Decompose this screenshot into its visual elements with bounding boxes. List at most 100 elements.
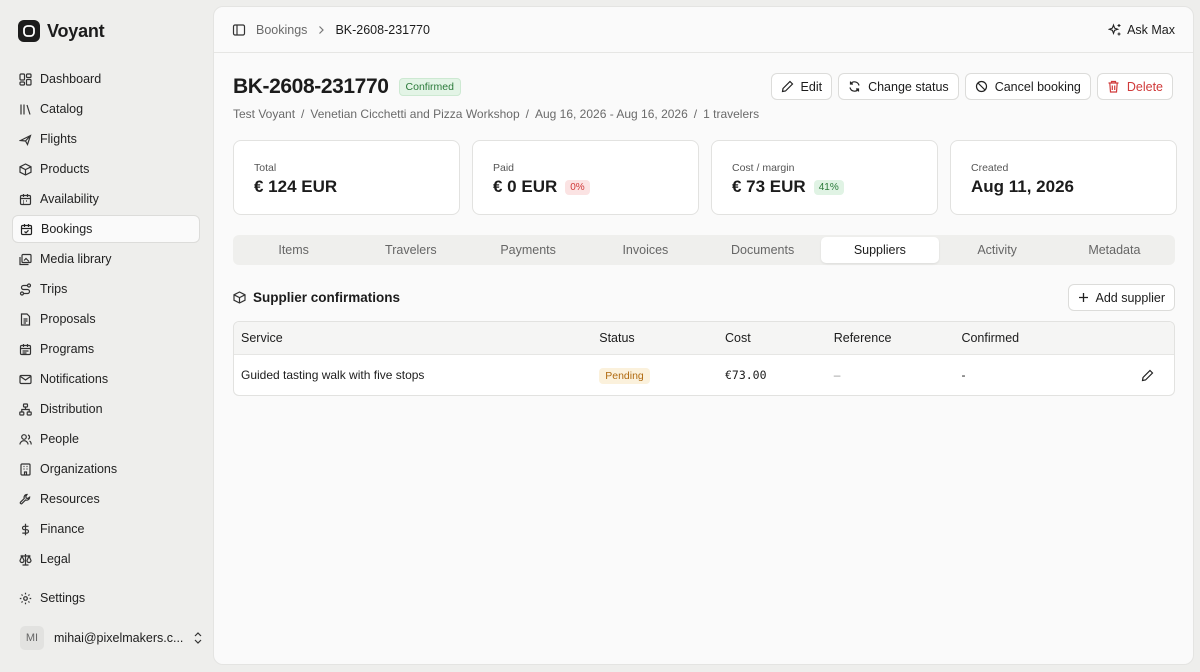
gear-icon (19, 592, 32, 605)
sidebar-item-label: Finance (40, 522, 85, 536)
sidebar-item-distribution[interactable]: Distribution (12, 395, 200, 423)
cancel-booking-label: Cancel booking (994, 79, 1081, 94)
stats-row: Total € 124 EUR Paid € 0 EUR 0% Cost / m… (233, 140, 1177, 215)
status-badge: Pending (599, 368, 650, 384)
ask-max-button[interactable]: Ask Max (1108, 23, 1175, 37)
sidebar-item-products[interactable]: Products (12, 155, 200, 183)
sidebar-item-media-library[interactable]: Media library (12, 245, 200, 273)
package-icon (19, 162, 32, 176)
delete-label: Delete (1126, 79, 1163, 94)
plus-icon (1078, 292, 1089, 303)
column-header-reference: Reference (833, 331, 892, 345)
sidebar-item-organizations[interactable]: Organizations (12, 455, 200, 483)
ban-icon (975, 80, 988, 93)
cell-service: Guided tasting walk with five stops (241, 368, 425, 382)
meta-separator: / (301, 107, 305, 121)
tab-documents[interactable]: Documents (704, 237, 821, 263)
booking-header: BK-2608-231770 Confirmed Test Voyant / Ve… (233, 75, 759, 121)
sidebar-item-label: Organizations (40, 462, 118, 476)
voyant-logo-icon (18, 20, 40, 42)
edit-label: Edit (800, 79, 823, 94)
sidebar-item-label: Notifications (40, 372, 109, 386)
topbar: Bookings BK-2608-231770 Ask Max (214, 7, 1193, 53)
sidebar-toggle-icon[interactable] (232, 23, 246, 37)
ask-max-label: Ask Max (1127, 22, 1175, 37)
sidebar-item-label: Resources (40, 492, 100, 506)
section-title-label: Supplier confirmations (253, 290, 401, 305)
wrench-icon (19, 493, 32, 506)
edit-button[interactable]: Edit (770, 73, 833, 100)
user-menu[interactable]: MI mihai@pixelmakers.c... (20, 626, 203, 650)
tab-metadata[interactable]: Metadata (1056, 237, 1173, 263)
sidebar-item-label: Trips (40, 282, 68, 296)
chevron-right-icon (317, 25, 325, 35)
edit-row-button[interactable] (1141, 369, 1174, 382)
sidebar-item-label: Flights (40, 132, 77, 146)
add-supplier-label: Add supplier (1095, 290, 1166, 305)
sparkles-icon (1108, 22, 1122, 37)
sidebar-item-flights[interactable]: Flights (12, 125, 200, 153)
dollar-icon (19, 523, 32, 536)
library-icon (19, 103, 32, 116)
cancel-booking-button[interactable]: Cancel booking (964, 73, 1091, 100)
supplier-section-header: Supplier confirmations Add supplier (233, 284, 1175, 311)
change-status-label: Change status (868, 79, 949, 94)
booking-tabs: Items Travelers Payments Invoices Docume… (233, 235, 1175, 265)
cell-cost: €73.00 (724, 368, 767, 382)
calendar-check-icon (20, 223, 33, 236)
breadcrumb: Bookings BK-2608-231770 (232, 23, 430, 37)
breadcrumb-bookings[interactable]: Bookings (256, 23, 307, 37)
tab-payments[interactable]: Payments (470, 237, 587, 263)
sidebar-item-label: Legal (40, 552, 71, 566)
refresh-icon (848, 80, 861, 93)
user-email: mihai@pixelmakers.c... (54, 631, 184, 645)
sidebar-item-label: People (40, 432, 79, 446)
breadcrumb-current: BK-2608-231770 (335, 22, 430, 37)
sidebar-item-label: Distribution (40, 402, 103, 416)
pencil-icon (781, 80, 794, 93)
sidebar-item-bookings[interactable]: Bookings (12, 215, 200, 243)
sidebar-item-trips[interactable]: Trips (12, 275, 200, 303)
sidebar-item-resources[interactable]: Resources (12, 485, 200, 513)
tab-travelers[interactable]: Travelers (352, 237, 469, 263)
sidebar-item-notifications[interactable]: Notifications (12, 365, 200, 393)
cell-confirmed: - (961, 368, 966, 382)
sidebar-item-label: Bookings (41, 222, 93, 236)
add-supplier-button[interactable]: Add supplier (1067, 284, 1175, 311)
tab-suppliers[interactable]: Suppliers (821, 237, 939, 263)
sidebar-item-legal[interactable]: Legal (12, 545, 200, 573)
delete-button[interactable]: Delete (1096, 73, 1173, 100)
sidebar-item-availability[interactable]: Availability (12, 185, 200, 213)
calendar-icon (19, 193, 32, 206)
stat-value: € 73 EUR (732, 177, 806, 196)
tab-invoices[interactable]: Invoices (587, 237, 704, 263)
sidebar-item-label: Programs (40, 342, 95, 356)
meta-separator: / (525, 107, 529, 121)
table-header: Service Status Cost Reference Confirmed (234, 322, 1174, 355)
sidebar-item-settings[interactable]: Settings (12, 584, 200, 612)
sidebar-item-programs[interactable]: Programs (12, 335, 200, 363)
tab-activity[interactable]: Activity (939, 237, 1056, 263)
tab-items[interactable]: Items (235, 237, 352, 263)
file-text-icon (19, 312, 32, 326)
sidebar-item-people[interactable]: People (12, 425, 200, 453)
meta-org: Test Voyant (233, 107, 296, 121)
sidebar-item-proposals[interactable]: Proposals (12, 305, 200, 333)
stat-cost-margin: Cost / margin € 73 EUR 41% (711, 140, 938, 215)
change-status-button[interactable]: Change status (838, 73, 959, 100)
column-header-confirmed: Confirmed (961, 331, 1020, 345)
brand[interactable]: Voyant (18, 20, 105, 42)
stat-label: Total (254, 162, 277, 174)
sidebar-item-dashboard[interactable]: Dashboard (12, 65, 200, 93)
sidebar-item-label: Availability (40, 192, 99, 206)
sidebar-item-label: Media library (40, 252, 112, 266)
trash-icon (1107, 80, 1120, 93)
building-icon (19, 462, 32, 476)
stat-label: Created (971, 162, 1009, 174)
pencil-icon (1141, 369, 1174, 382)
column-header-status: Status (599, 331, 635, 345)
booking-actions: Edit Change status Cancel booking Delete (770, 73, 1173, 100)
stat-label: Cost / margin (732, 162, 795, 174)
sidebar-item-catalog[interactable]: Catalog (12, 95, 200, 123)
sidebar-item-finance[interactable]: Finance (12, 515, 200, 543)
